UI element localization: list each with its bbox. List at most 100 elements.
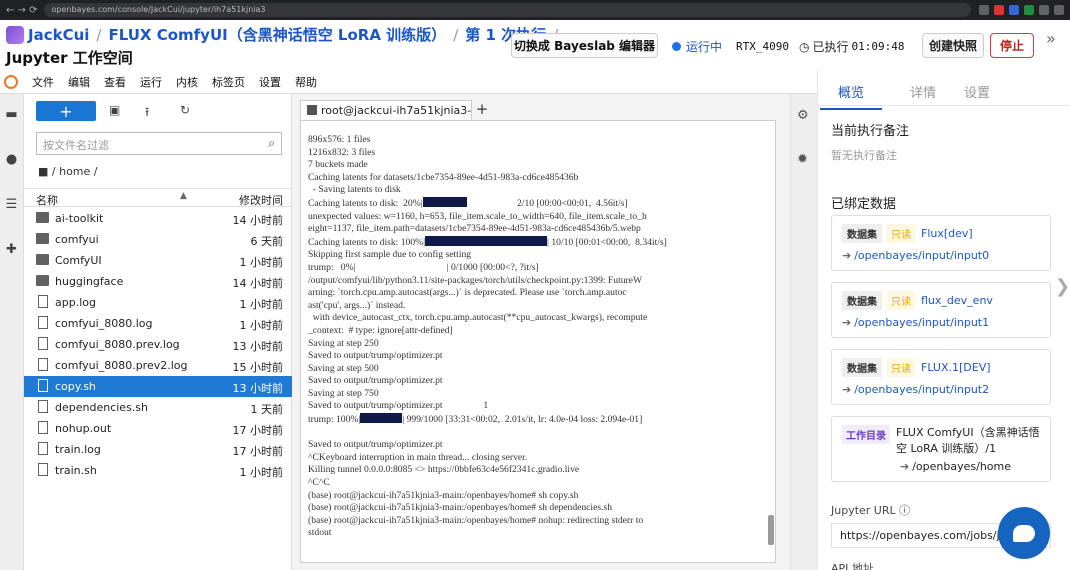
terminal-line: Killing tunnel 0.0.0.0:8085 <> https://0…: [308, 464, 580, 476]
add-tab-button[interactable]: +: [472, 100, 492, 120]
terminal-line: ast('cpu', args...)` instead.: [308, 299, 406, 311]
menu-settings[interactable]: 设置: [259, 74, 281, 90]
menu-view[interactable]: 查看: [104, 74, 126, 90]
run-status: 运行中 RTX_4090 ◷ 已执行 01:09:48: [672, 38, 904, 55]
chat-button[interactable]: [998, 507, 1050, 559]
file-row[interactable]: nohup.out 17 小时前: [24, 418, 292, 439]
stop-button[interactable]: 停止: [990, 33, 1034, 58]
elapsed-time: 01:09:48: [851, 40, 905, 53]
arrow-right-icon: ➔: [842, 383, 852, 396]
browser-toolbar: ← → ⟳ openbayes.com/console/JackCui/jupy…: [0, 0, 1070, 20]
tab-terminal[interactable]: root@jackcui-ih7a51kjnia3-n: [300, 100, 472, 120]
status-dot-icon: [672, 42, 681, 51]
dataset-card[interactable]: 数据集 只读 Flux[dev] ➔/openbayes/input/input…: [831, 215, 1051, 271]
dataset-card[interactable]: 数据集 只读 FLUX.1[DEV] ➔/openbayes/input/inp…: [831, 349, 1051, 405]
menu-tabs[interactable]: 标签页: [212, 74, 245, 90]
file-icon: [38, 358, 48, 371]
address-bar[interactable]: openbayes.com/console/JackCui/jupyter/ih…: [43, 3, 971, 17]
terminal-line: Saved to output/trump/optimizer.pt: [308, 439, 443, 451]
file-row[interactable]: ComfyUI 1 小时前: [24, 250, 292, 271]
toc-icon[interactable]: ☰: [4, 198, 19, 212]
switch-editor-button[interactable]: 切换成 Bayeslab 编辑器: [511, 33, 658, 58]
dataset-name[interactable]: Flux[dev]: [921, 227, 973, 240]
folder-icon: [36, 212, 49, 223]
sort-caret-icon[interactable]: ▲: [180, 191, 187, 201]
chat-icon: [1013, 524, 1035, 542]
upload-icon[interactable]: ⭱: [145, 103, 149, 124]
folder-icon[interactable]: ▬: [4, 108, 19, 122]
file-name: nohup.out: [55, 422, 112, 435]
new-folder-icon[interactable]: ▣: [109, 103, 120, 117]
nav-arrows-icon[interactable]: ← → ⟳: [6, 5, 38, 16]
file-row[interactable]: app.log 1 小时前: [24, 292, 292, 313]
file-row[interactable]: copy.sh 13 小时前: [24, 376, 292, 397]
terminal-line: Caching latents to disk: 20%| 2/10 [00:0…: [308, 196, 628, 209]
dataset-name[interactable]: flux_dev_env: [921, 294, 993, 307]
debugger-icon[interactable]: ✹: [797, 152, 808, 167]
create-snapshot-button[interactable]: 创建快照: [922, 33, 984, 58]
dataset-name[interactable]: FLUX.1[DEV]: [921, 361, 991, 374]
terminal-output: 896x576: 1 files 1216x832: 3 files 7 bucke…: [308, 134, 770, 540]
file-name: comfyui_8080.prev2.log: [55, 359, 188, 372]
progress-bar: [422, 196, 467, 207]
menu-file[interactable]: 文件: [32, 74, 54, 90]
collapse-panel-icon[interactable]: »: [1046, 29, 1056, 48]
file-row[interactable]: train.log 17 小时前: [24, 439, 292, 460]
file-row[interactable]: comfyui_8080.log 1 小时前: [24, 313, 292, 334]
file-row[interactable]: comfyui 6 天前: [24, 229, 292, 250]
profile-icon[interactable]: [1054, 5, 1064, 15]
column-name[interactable]: 名称: [36, 192, 58, 208]
file-list-header: 名称 ▲ 修改时间: [24, 188, 292, 207]
dataset-card[interactable]: 数据集 只读 flux_dev_env ➔/openbayes/input/in…: [831, 282, 1051, 338]
note-empty: 暂无执行备注: [831, 149, 897, 162]
breadcrumb-user[interactable]: JackCui: [28, 26, 89, 44]
terminal-line: Saving at step 250: [308, 337, 379, 349]
breadcrumb-path[interactable]: ■ / home /: [38, 165, 97, 178]
file-modified: 17 小时前: [232, 424, 284, 437]
tab-bar: root@jackcui-ih7a51kjnia3-n +: [300, 100, 492, 120]
tab-label: root@jackcui-ih7a51kjnia3-n: [321, 104, 472, 117]
file-row[interactable]: comfyui_8080.prev.log 13 小时前: [24, 334, 292, 355]
extension-icon[interactable]: [1009, 5, 1019, 15]
scrollbar-thumb[interactable]: [768, 515, 774, 545]
refresh-icon[interactable]: ↻: [180, 103, 190, 117]
extension-icon[interactable]: [979, 5, 989, 15]
menu-kernel[interactable]: 内核: [176, 74, 198, 90]
extension-icon[interactable]: [1024, 5, 1034, 15]
chevron-right-icon[interactable]: ❯: [1055, 276, 1070, 297]
terminal[interactable]: 896x576: 1 files 1216x832: 3 files 7 bucke…: [300, 120, 776, 563]
extension-icon[interactable]: [994, 5, 1004, 15]
menu-help[interactable]: 帮助: [295, 74, 317, 90]
terminal-line: (base) root@jackcui-ih7a51kjnia3-main:/o…: [308, 489, 579, 501]
running-icon[interactable]: ●: [4, 153, 19, 167]
workdir-card[interactable]: 工作目录 FLUX ComfyUI（含黑神话悟空 LoRA 训练版）/1 ➔/o…: [831, 416, 1051, 482]
extension-icon[interactable]: [1039, 5, 1049, 15]
readonly-tag: 只读: [887, 358, 915, 377]
file-row[interactable]: train.sh 1 小时前: [24, 460, 292, 481]
menu-edit[interactable]: 编辑: [68, 74, 90, 90]
terminal-line: Saved to output/trump/optimizer.pt: [308, 350, 443, 362]
file-row[interactable]: dependencies.sh 1 天前: [24, 397, 292, 418]
file-row[interactable]: ai-toolkit 14 小时前: [24, 208, 292, 229]
property-inspector-icon[interactable]: ⚙: [797, 108, 809, 123]
folder-icon: [36, 254, 49, 265]
file-row[interactable]: comfyui_8080.prev2.log 15 小时前: [24, 355, 292, 376]
breadcrumb-project[interactable]: FLUX ComfyUI（含黑神话悟空 LoRA 训练版）: [108, 24, 446, 45]
extension-icon[interactable]: ✚: [4, 243, 19, 257]
terminal-line: ^CKeyboard interruption in main thread..…: [308, 451, 528, 463]
scrollbar[interactable]: [768, 123, 774, 561]
file-row[interactable]: huggingface 14 小时前: [24, 271, 292, 292]
readonly-tag: 只读: [887, 291, 915, 310]
file-name: copy.sh: [55, 380, 96, 393]
menu-run[interactable]: 运行: [140, 74, 162, 90]
file-icon: [38, 400, 48, 413]
status-label: 运行中: [686, 40, 723, 54]
terminal-line: _context: # type: ignore[attr-defined]: [308, 324, 453, 336]
column-modified[interactable]: 修改时间: [239, 192, 283, 208]
file-name: dependencies.sh: [55, 401, 148, 414]
info-icon[interactable]: ⓘ: [899, 504, 910, 517]
file-modified: 15 小时前: [232, 361, 284, 374]
new-launcher-button[interactable]: +: [36, 101, 96, 121]
filter-input[interactable]: 按文件名过滤 ⌕: [36, 132, 282, 155]
